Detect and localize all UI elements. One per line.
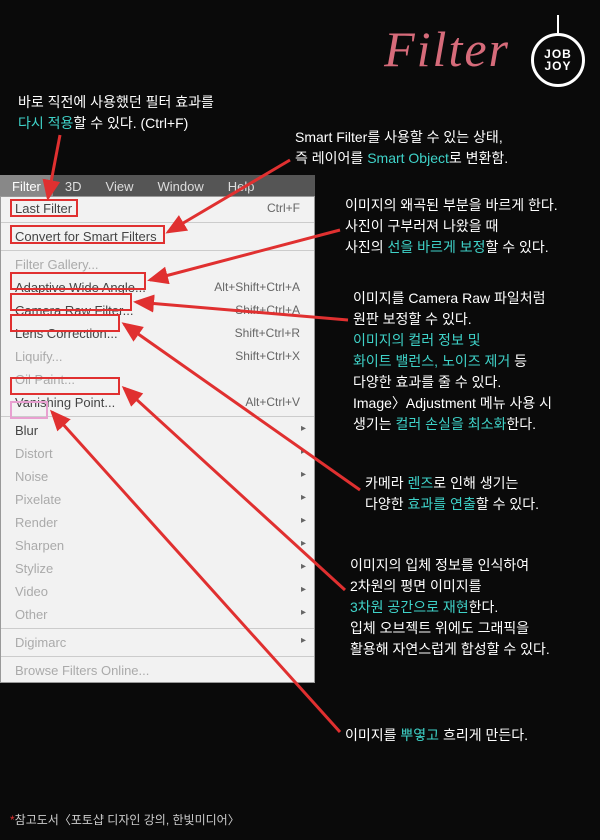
filter-dropdown: Last FilterCtrl+F Convert for Smart Filt… — [0, 196, 315, 683]
menu-filter-gallery[interactable]: Filter Gallery... — [1, 253, 314, 276]
menu-render[interactable]: Render — [1, 511, 314, 534]
menu-sharpen[interactable]: Sharpen — [1, 534, 314, 557]
annotation-adaptive-wide-angle: 이미지의 왜곡된 부분을 바르게 한다. 사진이 구부러져 나왔을 때 사진의 … — [345, 195, 558, 258]
menu-liquify[interactable]: Liquify...Shift+Ctrl+X — [1, 345, 314, 368]
menu-video[interactable]: Video — [1, 580, 314, 603]
annotation-camera-raw: 이미지를 Camera Raw 파일처럼 원판 보정할 수 있다. 이미지의 컬… — [353, 288, 552, 435]
menu-noise[interactable]: Noise — [1, 465, 314, 488]
menubar-item-view[interactable]: View — [94, 175, 146, 198]
menu-other[interactable]: Other — [1, 603, 314, 626]
menubar-item-3d[interactable]: 3D — [53, 175, 94, 198]
menubar-item-window[interactable]: Window — [145, 175, 215, 198]
menu-convert-smart-filters[interactable]: Convert for Smart Filters — [1, 225, 314, 248]
logo-text-2: JOY — [544, 60, 571, 72]
menu-camera-raw-filter[interactable]: Camera Raw Filter...Shift+Ctrl+A — [1, 299, 314, 322]
menubar-item-filter[interactable]: Filter — [0, 175, 53, 198]
menu-oil-paint[interactable]: Oil Paint... — [1, 368, 314, 391]
menu-adaptive-wide-angle[interactable]: Adaptive Wide Angle...Alt+Shift+Ctrl+A — [1, 276, 314, 299]
menu-distort[interactable]: Distort — [1, 442, 314, 465]
annotation-vanishing-point: 이미지의 입체 정보를 인식하여 2차원의 평면 이미지를 3차원 공간으로 재… — [350, 555, 550, 660]
page-title: Filter — [384, 20, 510, 78]
menu-pixelate[interactable]: Pixelate — [1, 488, 314, 511]
reference-text: *참고도서〈포토샵 디자인 강의, 한빛미디어〉 — [10, 811, 240, 828]
annotation-blur: 이미지를 뿌옇고 흐리게 만든다. — [345, 725, 528, 746]
menubar-item-help[interactable]: Help — [216, 175, 267, 198]
menu-last-filter[interactable]: Last FilterCtrl+F — [1, 197, 314, 220]
menu-vanishing-point[interactable]: Vanishing Point...Alt+Ctrl+V — [1, 391, 314, 414]
logo: JOB JOY — [531, 15, 585, 87]
annotation-smart-filter: Smart Filter를 사용할 수 있는 상태, 즉 레이어를 Smart … — [295, 127, 508, 169]
menu-lens-correction[interactable]: Lens Correction...Shift+Ctrl+R — [1, 322, 314, 345]
menu-digimarc[interactable]: Digimarc — [1, 631, 314, 654]
menu-blur[interactable]: Blur — [1, 419, 314, 442]
annotation-last-filter: 바로 직전에 사용했던 필터 효과를 다시 적용할 수 있다. (Ctrl+F) — [18, 92, 214, 134]
annotation-lens-correction: 카메라 렌즈로 인해 생기는 다양한 효과를 연출할 수 있다. — [365, 473, 539, 515]
menu-browse-filters-online[interactable]: Browse Filters Online... — [1, 659, 314, 682]
menubar: Filter 3D View Window Help — [0, 175, 315, 198]
menu-stylize[interactable]: Stylize — [1, 557, 314, 580]
